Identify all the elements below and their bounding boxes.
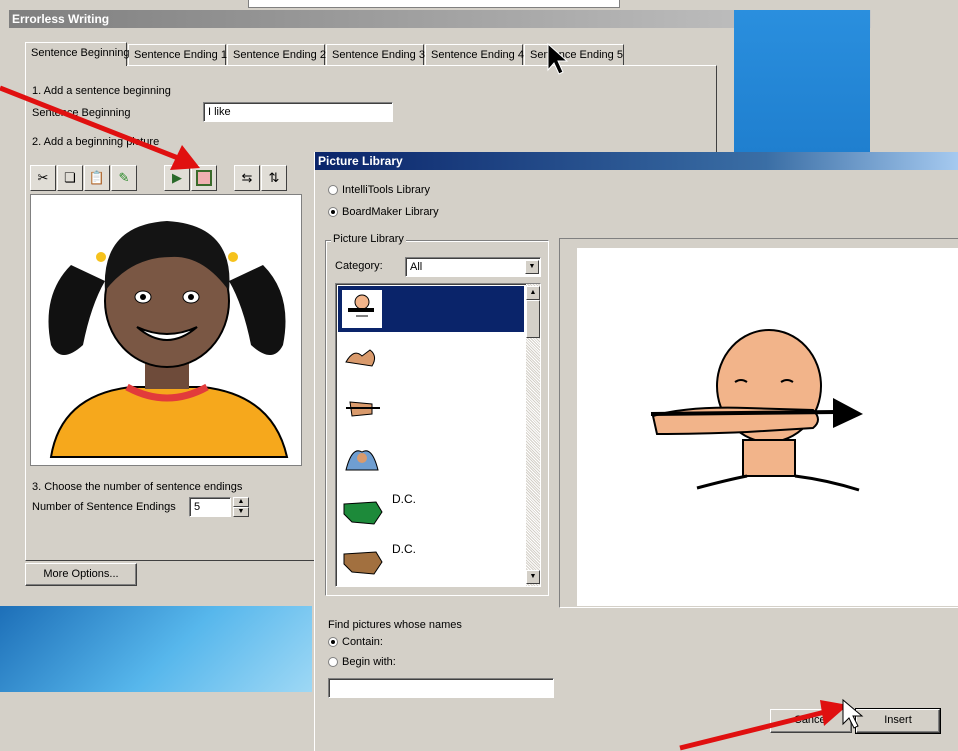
mouse-cursor-icon [547, 42, 569, 75]
arrow-to-insert-button [679, 700, 848, 751]
tab-sentence-beginning[interactable]: Sentence Beginning [25, 42, 129, 66]
mouse-cursor-icon [842, 698, 864, 729]
arrow-to-library-icon [0, 85, 200, 170]
annotation-arrows [0, 42, 864, 751]
